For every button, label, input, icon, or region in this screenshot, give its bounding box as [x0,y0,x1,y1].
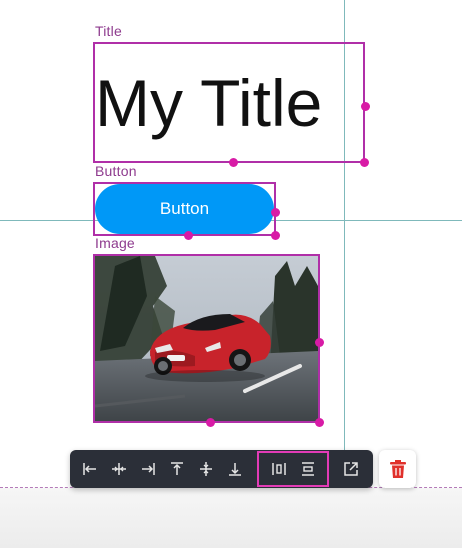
alignment-toolbar [70,450,373,488]
distribute-horizontal-button[interactable] [265,450,293,488]
image-resize-handle-right[interactable] [315,338,324,347]
delete-button[interactable] [379,450,416,488]
title-resize-handle-right[interactable] [361,102,370,111]
button-widget[interactable]: Button [95,184,274,234]
align-top-button[interactable] [163,450,191,488]
image-element-label: Image [95,235,135,251]
title-resize-handle-corner[interactable] [360,158,369,167]
open-external-icon [344,462,358,476]
align-vertical-center-button[interactable] [192,450,220,488]
button-element-label: Button [95,163,137,179]
trash-icon [389,460,406,478]
car-image[interactable] [95,256,318,421]
align-top-icon [171,462,183,475]
editor-canvas[interactable]: Title My Title Button Button Image [0,0,462,548]
align-horizontal-center-button[interactable] [105,450,133,488]
align-horizontal-center-icon [112,463,126,475]
button-resize-handle-right[interactable] [271,208,280,217]
title-resize-handle-bottom[interactable] [229,158,238,167]
open-external-button[interactable] [337,450,365,488]
align-bottom-button[interactable] [221,450,249,488]
title-text[interactable]: My Title [95,63,363,143]
distribute-vertical-icon [302,462,314,476]
button-resize-handle-corner[interactable] [271,231,280,240]
align-right-button[interactable] [134,450,162,488]
align-left-icon [83,463,96,475]
align-vertical-center-icon [200,462,212,476]
align-left-button[interactable] [76,450,104,488]
title-element-label: Title [95,23,122,39]
image-resize-handle-corner[interactable] [315,418,324,427]
distribute-vertical-button[interactable] [294,450,322,488]
car-photo-illustration [95,256,318,421]
align-right-icon [142,463,155,475]
footer-strip [0,488,462,548]
image-resize-handle-bottom[interactable] [206,418,215,427]
distribute-horizontal-icon [272,463,286,475]
button-resize-handle-bottom[interactable] [184,231,193,240]
align-bottom-icon [229,463,241,476]
